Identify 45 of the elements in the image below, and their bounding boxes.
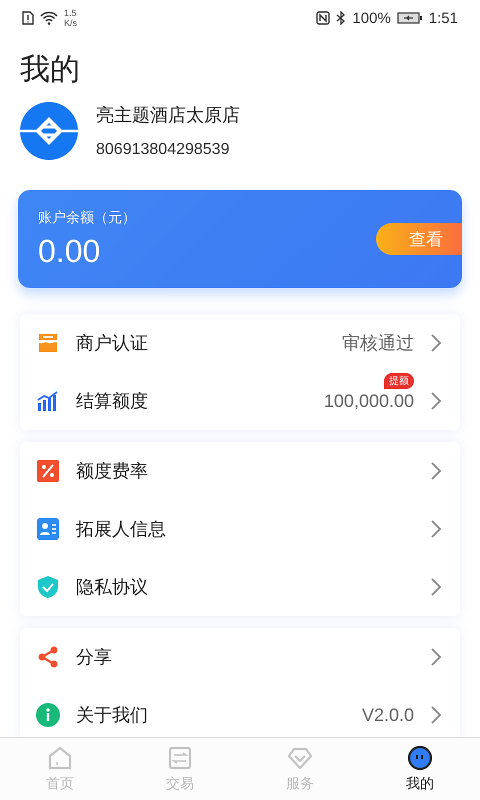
share-icon bbox=[36, 645, 60, 669]
menu-item-label[interactable]: 商户认证 bbox=[76, 331, 326, 355]
menu-item-value: 审核通过 bbox=[342, 332, 414, 355]
menu-item-value: V2.0.0 bbox=[362, 704, 414, 726]
home-icon bbox=[47, 745, 73, 771]
balance-amount: 0.00 bbox=[38, 232, 102, 270]
menu-item-label[interactable]: 关于我们 bbox=[76, 703, 346, 727]
merchant-id: 806913804298539 bbox=[96, 141, 230, 159]
bar-chart-icon bbox=[36, 389, 60, 413]
menu-item-value: 100,000.00 bbox=[324, 390, 414, 412]
chevron-right-icon bbox=[430, 461, 442, 481]
balance-label: 账户余额（元） bbox=[38, 208, 136, 226]
battery-charging-icon bbox=[396, 11, 423, 25]
menu-item-label[interactable]: 隐私协议 bbox=[76, 575, 414, 599]
badge: 提额 bbox=[384, 372, 414, 388]
merchant-name: 亮主题酒店太原店 bbox=[96, 104, 240, 127]
chevron-right-icon bbox=[430, 519, 442, 539]
chevron-right-icon bbox=[430, 391, 442, 411]
merchant-logo-drawing bbox=[20, 102, 78, 160]
speed-unit: K/s bbox=[64, 18, 78, 28]
page-title: 我的 bbox=[20, 51, 81, 89]
face-icon bbox=[407, 745, 433, 771]
chevron-right-icon bbox=[430, 647, 442, 667]
sim-alert-icon bbox=[22, 11, 34, 25]
battery-percent: 100% bbox=[352, 10, 391, 26]
nfc-icon bbox=[316, 11, 330, 25]
contact-card-icon bbox=[36, 517, 60, 541]
chevron-right-icon bbox=[430, 577, 442, 597]
network-speed: 1.5 bbox=[64, 8, 78, 18]
menu-item-label[interactable]: 分享 bbox=[76, 645, 414, 669]
menu-item-label[interactable]: 拓展人信息 bbox=[76, 517, 414, 541]
shield-check-icon bbox=[36, 575, 60, 599]
clock-time: 1:51 bbox=[428, 10, 458, 26]
tab[interactable]: 我的 bbox=[360, 738, 480, 800]
chevron-right-icon bbox=[430, 705, 442, 725]
chevron-right-icon bbox=[430, 333, 442, 353]
bluetooth-icon bbox=[336, 11, 346, 25]
percent-icon bbox=[36, 459, 60, 483]
info-icon bbox=[36, 703, 60, 727]
transfer-icon bbox=[167, 745, 193, 771]
store-icon bbox=[36, 331, 60, 355]
wifi-icon bbox=[40, 11, 58, 25]
menu-item-label[interactable]: 额度费率 bbox=[76, 459, 414, 483]
menu-item-label[interactable]: 结算额度 bbox=[76, 389, 308, 413]
diamond-icon bbox=[287, 745, 313, 771]
